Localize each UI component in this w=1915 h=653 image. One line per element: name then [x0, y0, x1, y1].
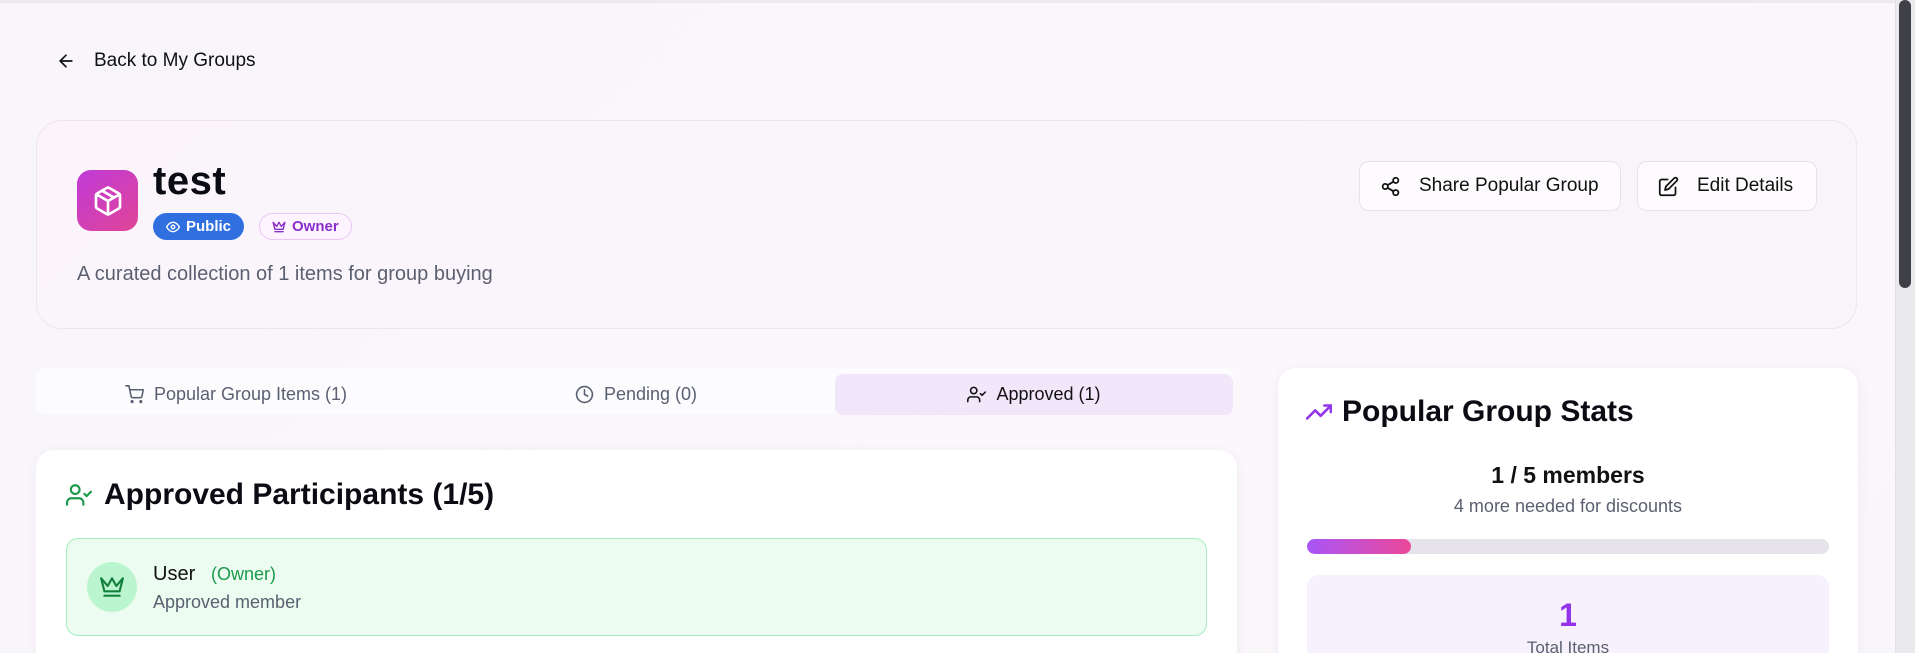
back-link-label: Back to My Groups [94, 50, 256, 71]
user-check-icon [66, 484, 92, 506]
role-badge-label: Owner [292, 218, 339, 235]
edit-details-button-label: Edit Details [1697, 175, 1794, 196]
tab-popular-group-items[interactable]: Popular Group Items (1) [36, 374, 436, 415]
participant-status: Approved member [153, 592, 302, 612]
visibility-badge-label: Public [186, 218, 232, 235]
group-stats-title: Popular Group Stats [1342, 395, 1634, 428]
tab-label: Popular Group Items (1) [153, 384, 348, 404]
avatar [87, 562, 137, 612]
crown-icon [100, 577, 124, 597]
top-border [0, 0, 1915, 3]
group-description: A curated collection of 1 items for grou… [77, 263, 493, 285]
cart-icon [124, 385, 144, 404]
share-group-button[interactable]: Share Popular Group [1359, 161, 1621, 211]
approved-participants-card: Approved Participants (1/5) User (Owner)… [36, 450, 1237, 653]
group-tabs: Popular Group Items (1) Pending (0) Appr… [36, 368, 1233, 415]
total-items-value: 1 [1559, 597, 1577, 633]
page-scrollbar[interactable] [1895, 0, 1915, 653]
trending-up-icon [1306, 404, 1332, 420]
role-badge: Owner [259, 213, 352, 240]
tab-approved[interactable]: Approved (1) [835, 374, 1233, 415]
eye-icon [166, 221, 180, 232]
back-link[interactable]: Back to My Groups [56, 50, 256, 72]
approved-participants-heading: Approved Participants (1/5) [66, 478, 494, 512]
participant-name: User [153, 563, 196, 585]
package-icon [94, 185, 121, 216]
visibility-badge: Public [153, 213, 245, 240]
scrollbar-thumb[interactable] [1899, 0, 1911, 288]
members-needed-text: 4 more needed for discounts [1453, 496, 1683, 516]
participant-role: (Owner) [211, 564, 277, 584]
participant-row: User (Owner) Approved member [66, 538, 1207, 636]
group-title: test [153, 159, 227, 203]
member-progress-fill [1307, 539, 1412, 554]
user-check-icon [967, 386, 987, 403]
total-items-stat: 1 Total Items [1307, 575, 1829, 653]
approved-participants-title: Approved Participants (1/5) [104, 478, 495, 511]
total-items-label: Total Items [1526, 638, 1610, 653]
group-avatar [77, 170, 138, 231]
tab-pending[interactable]: Pending (0) [436, 374, 836, 415]
share-group-button-label: Share Popular Group [1419, 175, 1599, 196]
share-icon [1381, 176, 1400, 196]
member-progress-bar [1307, 539, 1829, 554]
edit-details-button[interactable]: Edit Details [1637, 161, 1817, 211]
clock-icon [575, 385, 594, 404]
tab-label: Pending (0) [603, 384, 698, 404]
arrow-left-icon [59, 54, 73, 68]
crown-icon [272, 221, 286, 232]
member-count: 1 / 5 members [1491, 462, 1645, 488]
group-header-card: test Public Owner A curated collection o… [36, 120, 1857, 329]
edit-icon [1658, 176, 1679, 196]
tab-label: Approved (1) [996, 384, 1101, 404]
group-stats-heading: Popular Group Stats [1306, 395, 1634, 429]
group-stats-card: Popular Group Stats 1 / 5 members 4 more… [1278, 368, 1858, 653]
